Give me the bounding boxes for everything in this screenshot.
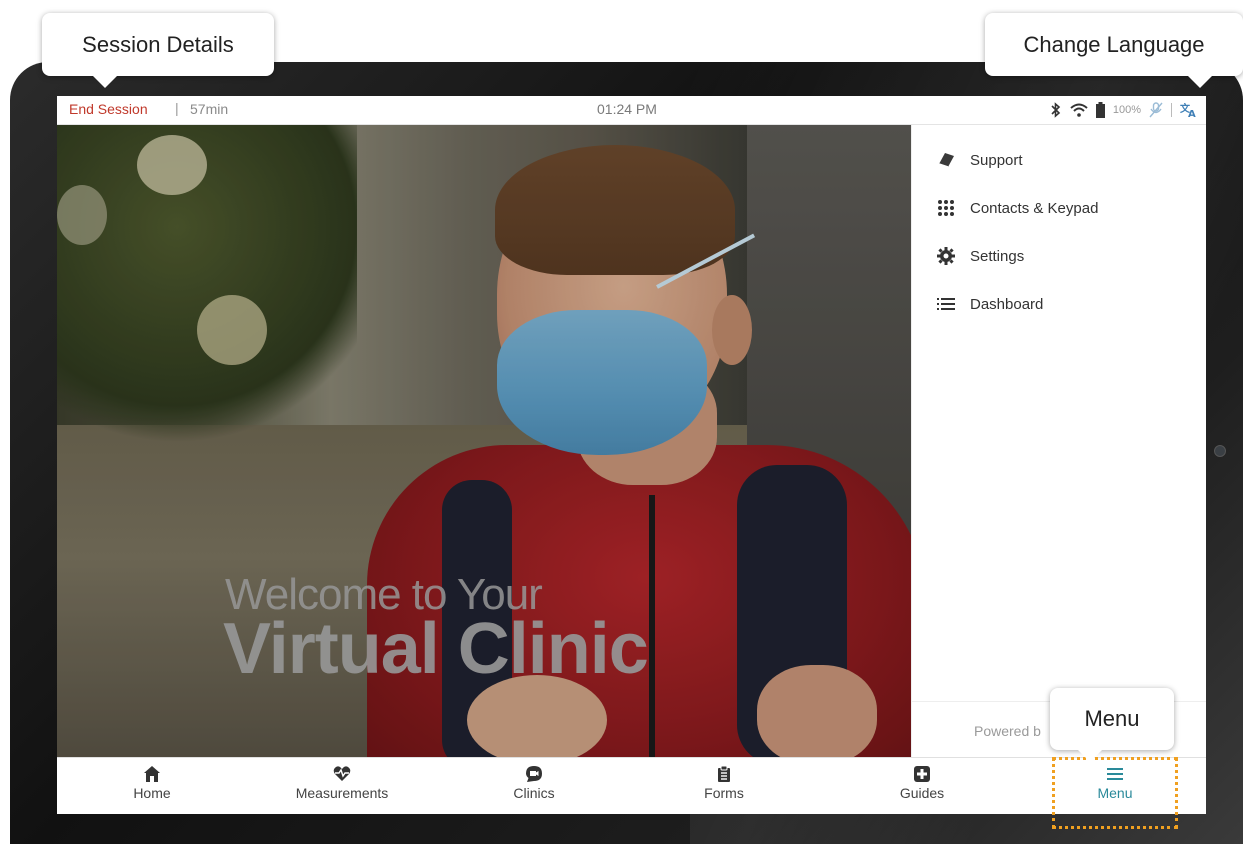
svg-text:A: A xyxy=(1188,109,1196,118)
video-chat-icon xyxy=(526,766,542,782)
menu-item-label: Support xyxy=(970,151,1023,169)
wifi-icon xyxy=(1070,103,1088,117)
medical-plus-icon xyxy=(914,766,930,782)
callout-text: Change Language xyxy=(1023,31,1205,57)
system-icons: 100% 文A xyxy=(1050,100,1198,120)
callout-tail xyxy=(93,76,117,88)
list-icon xyxy=(937,298,955,310)
menu-item-contacts-keypad[interactable]: Contacts & Keypad xyxy=(936,196,1098,220)
camera-dot xyxy=(1214,445,1226,457)
mic-off-icon[interactable] xyxy=(1149,102,1163,118)
hero-image: Welcome to Your Virtual Clinic xyxy=(57,125,911,757)
bottom-nav: Home Measurements Clinics Forms Guides M… xyxy=(57,757,1206,814)
home-icon xyxy=(144,766,160,782)
callout-text: Menu xyxy=(1084,706,1140,731)
status-separator: | xyxy=(175,100,179,116)
powered-by-text: Powered b xyxy=(974,723,1041,739)
status-bar: End Session | 57min 01:24 PM 100% 文A xyxy=(57,96,1206,125)
nav-guides[interactable]: Guides xyxy=(827,758,1017,814)
nav-label: Guides xyxy=(899,785,945,801)
callout-menu: Menu xyxy=(1050,688,1174,750)
menu-item-label: Dashboard xyxy=(970,295,1044,313)
menu-highlight xyxy=(1052,757,1178,829)
bluetooth-icon xyxy=(1051,102,1061,118)
callout-tail xyxy=(1188,76,1212,88)
callout-change-language: Change Language xyxy=(985,13,1243,76)
nav-label: Clinics xyxy=(513,785,555,801)
clipboard-icon xyxy=(718,765,730,782)
battery-percent: 100% xyxy=(1112,104,1141,116)
battery-icon xyxy=(1095,102,1105,118)
nav-label: Home xyxy=(133,785,171,801)
nav-home[interactable]: Home xyxy=(57,758,247,814)
welcome-heading-line2: Virtual Clinic xyxy=(223,609,649,689)
menu-item-support[interactable]: Support xyxy=(936,148,1023,172)
menu-item-settings[interactable]: Settings xyxy=(936,244,1024,268)
side-menu: Support Contacts & Keypad Settings Dashb… xyxy=(911,125,1206,757)
menu-item-label: Contacts & Keypad xyxy=(970,199,1099,217)
book-icon xyxy=(938,153,954,168)
end-session-button[interactable]: End Session xyxy=(69,101,148,117)
menu-item-label: Settings xyxy=(970,247,1025,265)
nav-label: Measurements xyxy=(295,785,389,801)
gear-icon xyxy=(937,247,955,265)
translate-icon[interactable]: 文A xyxy=(1180,102,1198,118)
tablet-screen: End Session | 57min 01:24 PM 100% 文A Wel… xyxy=(57,96,1206,814)
session-duration: 57min xyxy=(190,101,229,117)
status-time: 01:24 PM xyxy=(597,101,657,117)
callout-text: Session Details xyxy=(82,31,234,57)
status-divider xyxy=(1171,103,1172,117)
heart-pulse-icon xyxy=(333,766,351,781)
nav-measurements[interactable]: Measurements xyxy=(247,758,437,814)
keypad-icon xyxy=(938,200,954,216)
menu-item-dashboard[interactable]: Dashboard xyxy=(936,292,1043,316)
nav-forms[interactable]: Forms xyxy=(629,758,819,814)
callout-tail xyxy=(1078,750,1102,762)
nav-label: Forms xyxy=(704,785,744,801)
callout-session-details: Session Details xyxy=(42,13,274,76)
nav-clinics[interactable]: Clinics xyxy=(439,758,629,814)
